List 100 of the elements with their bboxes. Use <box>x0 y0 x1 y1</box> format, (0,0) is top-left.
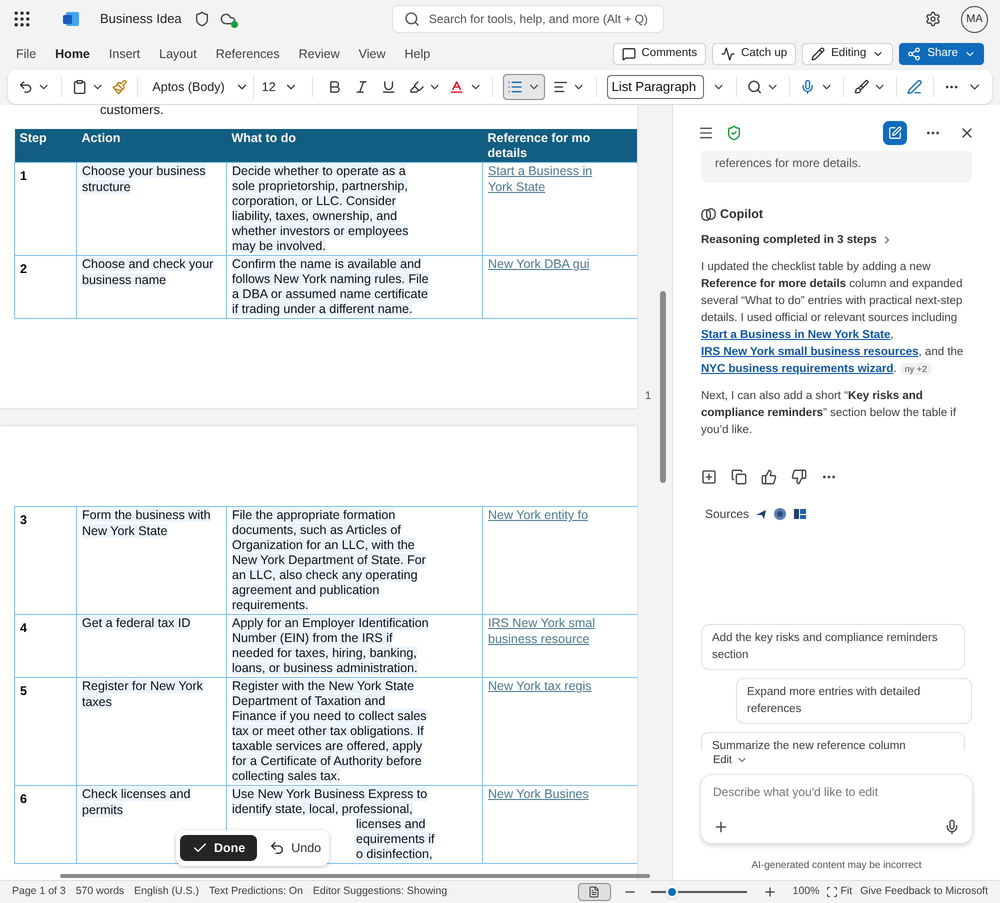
reference-link[interactable]: New York entity fo <box>488 508 637 524</box>
thumbs-down-icon[interactable] <box>791 469 807 485</box>
pulse-icon <box>721 47 736 61</box>
response-paragraph: Next, I can also add a short “Key risks and compliance reminders” section below the table if you’d like. <box>701 389 958 438</box>
reference-link[interactable]: New York tax regis <box>488 679 637 694</box>
table-cell-text: Check licenses and permits <box>82 787 192 818</box>
clipboard-icon[interactable] <box>72 79 87 95</box>
user-avatar[interactable]: MA <box>961 6 988 32</box>
word-logo-icon <box>62 10 80 28</box>
zoom-percent[interactable]: 100% <box>792 884 820 900</box>
status-text[interactable]: Page 1 of 3 <box>12 884 66 900</box>
horizontal-scrollbar[interactable] <box>60 874 650 878</box>
insert-icon[interactable] <box>701 469 717 485</box>
feedback-link[interactable]: Give Feedback to Microsoft <box>860 884 988 900</box>
share-icon <box>907 47 922 61</box>
font-color-icon[interactable] <box>449 79 465 95</box>
find-icon[interactable] <box>746 79 762 95</box>
disclaimer-text: AI-generated content may be incorrect <box>751 860 922 871</box>
undo-button[interactable]: Undo <box>265 835 326 861</box>
source-logo-icon[interactable] <box>773 507 788 521</box>
highlighter-icon[interactable] <box>408 79 424 95</box>
table-cell: 4 <box>20 621 27 635</box>
shield-check-icon <box>726 125 742 141</box>
underline-icon[interactable] <box>381 79 397 95</box>
citation-pill[interactable]: ny +2 <box>900 363 932 375</box>
zoom-slider-thumb[interactable] <box>666 886 678 898</box>
microphone-icon[interactable] <box>944 819 960 835</box>
style-field[interactable]: List Paragraph <box>606 75 704 99</box>
app-launcher-icon[interactable] <box>12 9 32 29</box>
undo-icon <box>269 840 286 856</box>
settings-icon[interactable] <box>925 11 941 27</box>
font-size-dropdown[interactable]: 12 <box>258 75 302 99</box>
italic-icon[interactable] <box>354 79 370 95</box>
new-chat-button[interactable] <box>883 121 907 145</box>
column-header: Reference for mo details <box>482 129 637 162</box>
sources-label[interactable]: Sources <box>705 505 750 523</box>
align-icon[interactable] <box>553 79 568 95</box>
shield-icon[interactable] <box>194 11 210 27</box>
status-text[interactable]: Text Predictions: On <box>208 884 303 900</box>
format-painter-icon[interactable] <box>112 79 128 95</box>
copy-icon[interactable] <box>731 469 747 485</box>
compose-icon <box>888 126 902 140</box>
mode-dropdown[interactable]: Edit <box>713 752 732 768</box>
table-cell: 2 <box>20 262 27 276</box>
ribbon-tab[interactable]: File <box>16 44 36 64</box>
editor-icon[interactable] <box>907 79 923 95</box>
document-title[interactable]: Business Idea <box>100 9 182 29</box>
reasoning-summary[interactable]: Reasoning completed in 3 steps <box>701 232 877 249</box>
menu-icon[interactable] <box>698 125 714 141</box>
suggestion-chip[interactable]: Add the key risks and compliance reminders section <box>701 624 965 670</box>
fit-icon[interactable] <box>826 886 838 898</box>
bullets-button[interactable] <box>502 74 546 100</box>
comments-button[interactable]: Comments <box>612 43 706 65</box>
zoom-in-icon[interactable] <box>762 885 777 899</box>
user-message: references for more details. <box>715 156 862 170</box>
status-text[interactable]: 570 words <box>76 884 124 900</box>
catch-up-button[interactable]: Catch up <box>712 43 796 65</box>
microphone-icon[interactable] <box>800 79 816 95</box>
column-header: What to do <box>226 129 482 162</box>
suggestion-chip[interactable]: Expand more entries with detailed references <box>736 678 972 724</box>
undo-icon[interactable] <box>18 79 34 95</box>
ribbon-tab[interactable]: View <box>358 44 386 64</box>
editing-mode-button[interactable]: Editing <box>802 43 894 65</box>
status-text[interactable]: English (U.S.) <box>134 884 199 900</box>
source-link[interactable]: IRS New York small business resources <box>701 346 919 358</box>
designer-icon[interactable] <box>854 79 870 95</box>
reference-link[interactable]: New York Busines <box>488 787 637 802</box>
cloud-saved-icon[interactable] <box>220 11 236 27</box>
table-cell: 3 <box>20 513 27 527</box>
bullet-list-icon <box>506 79 523 95</box>
response-paragraph: I updated the checklist table by adding a new Reference for more details column and expanded several “What to do” entries with practical next-step details. I used official or relevant sources including Start a Business in New York State, IRS New York small business resources, and the NYC business requirements wizard. ny +2 <box>701 260 964 377</box>
source-link[interactable]: Start a Business in New York State <box>701 329 890 341</box>
ribbon-tab[interactable]: Help <box>404 44 430 64</box>
source-link[interactable]: NYC business requirements wizard <box>701 363 894 375</box>
share-button[interactable]: Share <box>899 43 984 65</box>
ribbon-tab[interactable]: Insert <box>108 44 140 64</box>
source-logo-icon[interactable] <box>755 508 768 520</box>
table-cell-text: Confirm the name is available and follows New York naming rules. File a DBA or assumed name certificate if trading under a different name. <box>232 257 430 317</box>
done-button[interactable]: Done <box>180 835 258 861</box>
table-cell: 6 <box>20 792 27 806</box>
fit-label[interactable]: Fit <box>840 884 852 900</box>
ribbon-tab[interactable]: References <box>216 44 280 64</box>
plus-icon[interactable] <box>713 819 729 835</box>
font-name-dropdown[interactable]: Aptos (Body) <box>148 75 254 99</box>
table-cell-text: Apply for an Employer Identification Number (EIN) from the IRS if needed for taxes, hiring, banking, loans, or business administration. <box>232 616 430 676</box>
print-layout-button[interactable] <box>578 883 611 901</box>
table-cell-text: Register for New York taxes <box>82 679 204 710</box>
comment-icon <box>622 47 636 61</box>
vertical-scrollbar[interactable] <box>660 291 666 483</box>
suggestion-chip[interactable]: Summarize the new reference column <box>701 732 965 750</box>
prompt-field[interactable]: Describe what you'd like to edit <box>713 783 960 801</box>
table-cell: 5 <box>20 684 27 698</box>
source-logo-icon[interactable] <box>793 507 808 521</box>
status-text[interactable]: Editor Suggestions: Showing <box>312 884 448 900</box>
table-cell-text: Register with the New York State Department of Taxation and Finance if you need to collect sales tax or meet other tax obligations. If taxable services are offered, apply for a Certificate of Authority before collecting sales tax. <box>232 679 428 784</box>
thumbs-up-icon[interactable] <box>761 469 777 485</box>
search-field[interactable]: Search for tools, help, and more (Alt + Q) <box>392 5 664 33</box>
ribbon-tab[interactable]: Review <box>298 44 340 64</box>
ribbon-tab[interactable]: Layout <box>159 44 197 64</box>
ribbon-tab[interactable]: Home <box>55 44 90 64</box>
